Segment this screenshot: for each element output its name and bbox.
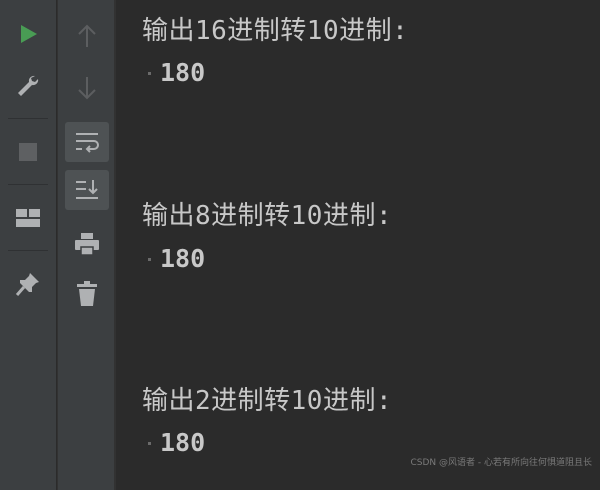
run-toolbar [0, 0, 56, 490]
scroll-to-end-icon [76, 180, 98, 199]
fold-marker [148, 72, 151, 75]
arrow-up-icon [78, 24, 96, 47]
stop-button[interactable] [6, 132, 50, 172]
soft-wrap-icon [76, 133, 99, 153]
clear-all-button[interactable] [65, 274, 109, 314]
run-icon [21, 25, 37, 43]
console-heading-bin: 输出2进制转10进制: [142, 386, 393, 416]
previous-occurrence-button[interactable] [65, 16, 109, 56]
arrow-down-icon [78, 77, 96, 100]
console-value-hex: 180 [160, 58, 206, 87]
watermark: CSDN @风语者 - 心若有所向往何惧道阻且长 [410, 458, 593, 468]
console-value-oct: 180 [160, 244, 206, 273]
next-occurrence-button[interactable] [65, 68, 109, 108]
console-heading-oct: 输出8进制转10进制: [142, 201, 393, 231]
scroll-to-end-button[interactable] [65, 170, 109, 210]
stop-icon [19, 143, 37, 161]
fold-marker [148, 442, 151, 445]
console-heading-hex: 输出16进制转10进制: [142, 16, 409, 46]
pin-icon [15, 273, 39, 296]
console-toolbar [57, 0, 115, 490]
print-icon [75, 233, 99, 256]
settings-button[interactable] [6, 66, 50, 106]
run-button[interactable] [6, 14, 50, 54]
trash-icon [77, 281, 97, 306]
console-value-bin: 180 [160, 428, 206, 457]
layout-icon [16, 209, 40, 227]
wrench-icon [18, 75, 39, 96]
soft-wrap-button[interactable] [65, 122, 109, 162]
print-button[interactable] [65, 224, 109, 264]
fold-marker [148, 258, 151, 261]
console-output[interactable]: 输出16进制转10进制: 180 输出8进制转10进制: 180 输出2进制转1… [116, 0, 600, 490]
restore-layout-button[interactable] [6, 198, 50, 238]
pin-tab-button[interactable] [6, 264, 50, 304]
